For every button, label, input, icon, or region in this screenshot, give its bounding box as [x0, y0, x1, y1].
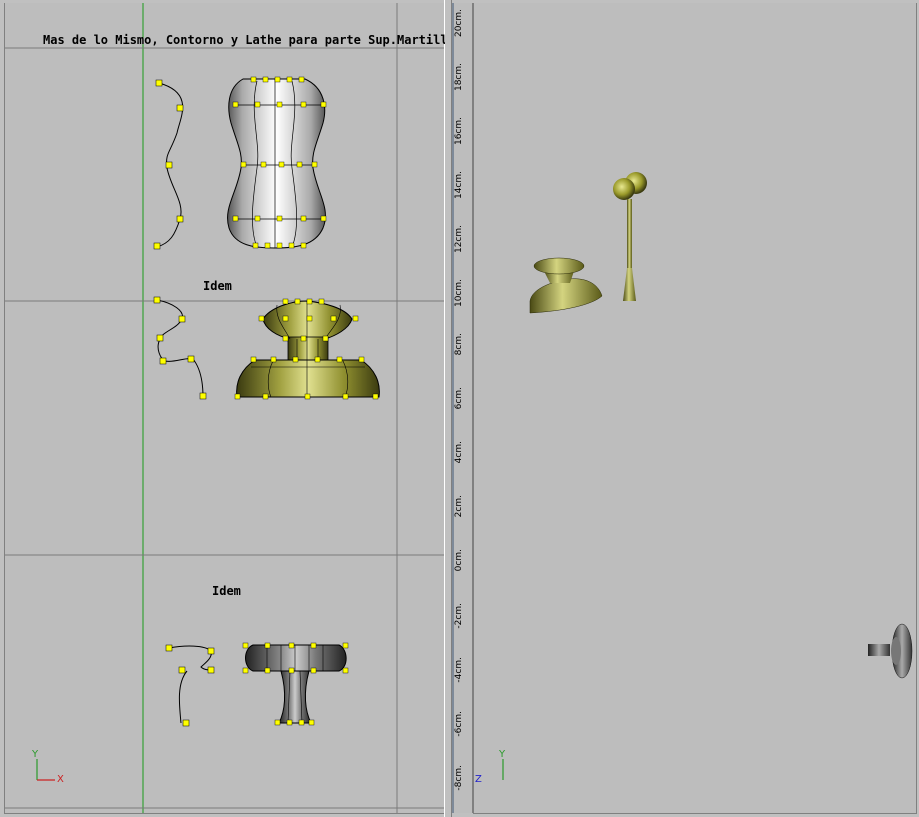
ruler-tick-label: 10cm.: [454, 279, 464, 308]
ruler-tick-label: 14cm.: [454, 171, 464, 200]
viewport-splitter[interactable]: [444, 0, 452, 817]
axis-label-y-left: Y: [32, 749, 39, 760]
ruler-tick-label: 2cm.: [454, 495, 464, 518]
ruler-tick-label: 6cm.: [454, 387, 464, 410]
ruler-tick-label: 20cm.: [454, 9, 464, 38]
axis-label-x-left: X: [57, 774, 64, 785]
scene-title: Mas de lo Mismo, Contorno y Lathe para p…: [43, 33, 446, 47]
ruler-tick-label: -8cm.: [454, 765, 464, 791]
render-knob-olive: [529, 257, 603, 314]
ruler-tick-label: 18cm.: [454, 63, 464, 92]
idem-label-2: Idem: [212, 584, 241, 598]
ruler-tick-label: -6cm.: [454, 711, 464, 737]
idem-label-1: Idem: [203, 279, 232, 293]
axis-label-y-right: Y: [499, 749, 506, 760]
axis-icon: [36, 759, 55, 781]
profile-curve-1: [153, 79, 184, 250]
right-viewport[interactable]: Z Y: [473, 3, 917, 814]
left-viewport-canvas: [5, 3, 445, 813]
ruler-tick-label: 0cm.: [454, 549, 464, 572]
ruler-tick-label: 16cm.: [454, 117, 464, 146]
ruler-tick-label: 8cm.: [454, 333, 464, 356]
ruler-tick-label: -2cm.: [454, 603, 464, 629]
ruler-tick-label: 12cm.: [454, 225, 464, 254]
axis-label-z-right: Z: [475, 774, 482, 785]
lathe-object-olive: [234, 298, 380, 400]
lathe-object-dark: [242, 642, 349, 726]
profile-curve-3: [165, 644, 215, 727]
lathe-object-white: [227, 76, 327, 249]
ruler-tick-label: 4cm.: [454, 441, 464, 464]
profile-curve-2: [153, 296, 207, 400]
left-viewport[interactable]: Mas de lo Mismo, Contorno y Lathe para p…: [4, 3, 446, 814]
render-knob-dark: [868, 623, 913, 679]
right-viewport-canvas: [502, 172, 913, 780]
render-hammer-olive: [613, 172, 647, 301]
vertical-ruler: 20cm. 18cm. 16cm. 14cm. 12cm. 10cm. 8cm. 6cm. 4c…: [452, 3, 473, 813]
ruler-tick-label: -4cm.: [454, 657, 464, 683]
